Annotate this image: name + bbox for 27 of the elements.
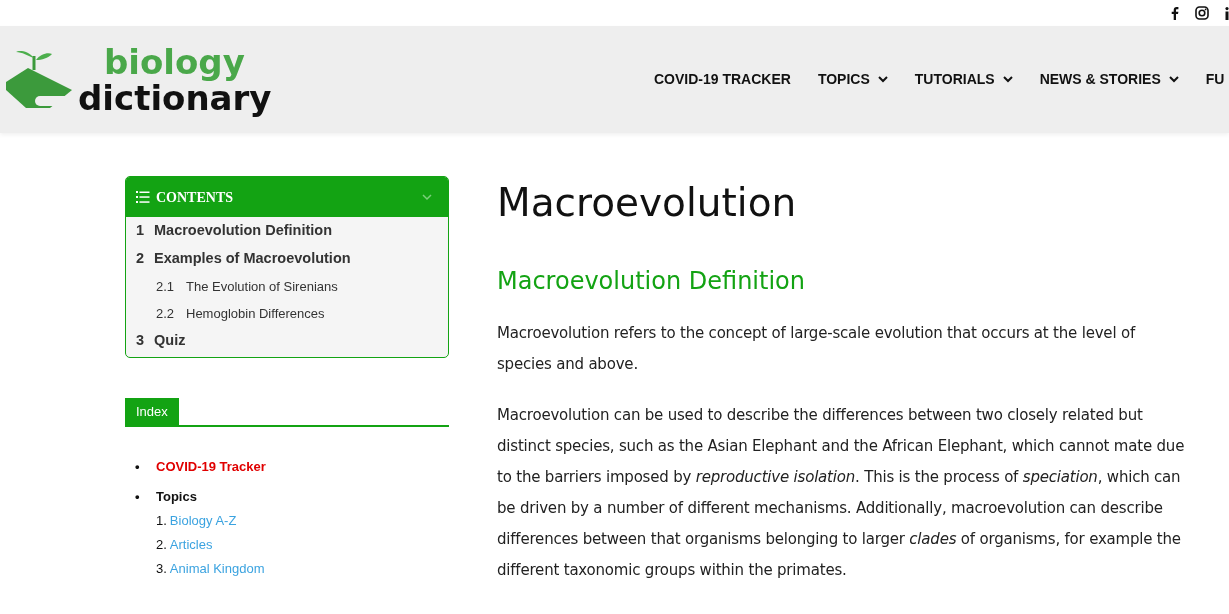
bullet: • [135, 458, 141, 477]
paragraph: Macroevolution can be used to describe the differences between two closely related but distinct species, such as the Asian Elephant and the African Elephant, which cannot mate due to the barriers imposed by reproductive isolation. This is the process of speciation, which can be driven by a number of different mechanisms. Additionally, macroevolution can describe differences between that organisms belonging to larger clades of organisms, for example the different taxonomic groups within the primates. [497, 405, 1186, 581]
bullet: • [135, 488, 141, 507]
nav-link[interactable]: COVID-19 TRACKER [654, 69, 791, 90]
list-number: 1. [156, 512, 167, 531]
toc-link[interactable]: 2.2 Hemoglobin Differences [126, 300, 448, 327]
toc-link[interactable]: 3 Quiz [126, 327, 448, 355]
section-heading: Macroevolution Definition [497, 266, 806, 297]
list-icon [136, 191, 150, 203]
nav-link[interactable]: FU [1205, 69, 1225, 90]
nav-link[interactable]: TOPICS [817, 69, 888, 90]
toc-link[interactable]: 2 Examples of Macroevolution [126, 245, 448, 273]
list-number: 3. [156, 560, 167, 579]
list-number: 2. [156, 536, 167, 555]
toc-link[interactable]: 1 Macroevolution Definition [126, 217, 448, 245]
nav-link[interactable]: NEWS & STORIES [1039, 69, 1179, 90]
paragraph: Macroevolution refers to the concept of large-scale evolution that occurs at the level of species and above. [497, 323, 1137, 375]
index-link[interactable]: Topics [156, 487, 197, 507]
instagram-icon[interactable] [1195, 6, 1209, 20]
index-link[interactable]: COVID-19 Tracker [156, 457, 266, 477]
facebook-icon[interactable] [1171, 6, 1179, 20]
contents-title: CONTENTS [156, 188, 234, 207]
linkedin-icon[interactable] [1225, 6, 1229, 20]
logo-text: biology [103, 43, 246, 80]
nav-link[interactable]: TUTORIALS [914, 69, 1013, 90]
toc-link[interactable]: 2.1 The Evolution of Sirenians [126, 273, 448, 300]
article-title: Macroevolution [497, 179, 798, 227]
